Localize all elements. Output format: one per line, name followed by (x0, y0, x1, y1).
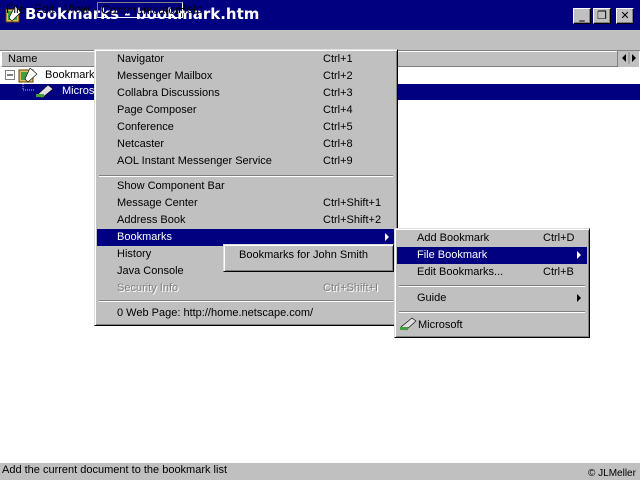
minimize-button[interactable]: _ (573, 8, 591, 24)
menu-item-label: AOL Instant Messenger Service (117, 155, 272, 167)
menu-edit[interactable]: Edit (31, 2, 58, 18)
menu-item-label: Add Bookmark (417, 232, 490, 244)
menu-item-label: Messenger Mailbox (117, 70, 213, 82)
menu-item-label: Bookmarks (117, 231, 173, 243)
submenu-arrow-icon (385, 233, 389, 241)
menu-item-navigator[interactable]: Navigator Ctrl+1 (97, 51, 395, 68)
menu-item-label: Address Book (117, 214, 186, 226)
maximize-button[interactable]: ❐ (593, 8, 611, 24)
menu-item-shortcut: Ctrl+8 (323, 138, 353, 150)
bookmark-folder-icon (18, 68, 38, 83)
menu-separator (399, 311, 585, 313)
submenu-arrow-icon (577, 251, 581, 259)
menu-item-label: Guide (417, 292, 447, 304)
menu-item-shortcut: Ctrl+Shift+I (323, 282, 379, 294)
menu-item-label: Navigator (117, 53, 165, 65)
scroll-arrows-icon (622, 52, 636, 64)
menu-item-aol-instant-messenger[interactable]: AOL Instant Messenger Service Ctrl+9 (97, 153, 395, 170)
menu-item-collabra-discussions[interactable]: Collabra Discussions Ctrl+3 (97, 85, 395, 102)
menu-item-label: Netcaster (117, 138, 165, 150)
menu-item-shortcut: Ctrl+5 (323, 121, 353, 133)
tree-child-label: Micros (62, 85, 95, 97)
menu-item-shortcut: Ctrl+3 (323, 87, 353, 99)
menu-item-label: Collabra Discussions (117, 87, 220, 99)
menu-item-label: Message Center (117, 197, 198, 209)
minimize-icon: _ (579, 9, 585, 22)
menu-item-label: Bookmarks for John Smith (239, 249, 368, 261)
menu-item-web-page[interactable]: 0 Web Page: http://home.netscape.com/ (97, 305, 395, 322)
bookmark-item-icon (36, 84, 54, 99)
menu-item-messenger-mailbox[interactable]: Messenger Mailbox Ctrl+2 (97, 68, 395, 85)
menu-item-conference[interactable]: Conference Ctrl+5 (97, 119, 395, 136)
submenu-arrow-icon (577, 294, 581, 302)
close-icon: ✕ (620, 9, 630, 22)
menu-communicator[interactable]: Communicator (97, 2, 184, 18)
status-text: Add the current document to the bookmark… (2, 464, 228, 476)
menu-item-shortcut: Ctrl+9 (323, 155, 353, 167)
menu-item-label: Security Info (117, 282, 179, 294)
collapse-toggle-icon[interactable] (5, 70, 15, 80)
menu-item-label: Edit Bookmarks... (417, 266, 504, 278)
column-scroll-buttons[interactable] (617, 51, 639, 67)
restore-icon: ❐ (597, 9, 607, 22)
menu-item-label: Conference (117, 121, 174, 133)
menu-item-address-book[interactable]: Address Book Ctrl+Shift+2 (97, 212, 395, 229)
menu-item-guide[interactable]: Guide (397, 290, 587, 307)
menu-item-shortcut: Ctrl+B (543, 266, 574, 278)
menu-item-message-center[interactable]: Message Center Ctrl+Shift+1 (97, 195, 395, 212)
menu-separator (99, 175, 393, 177)
tree-root-label: Bookmark (45, 69, 95, 81)
menu-view[interactable]: View (61, 2, 93, 18)
menu-item-edit-bookmarks[interactable]: Edit Bookmarks... Ctrl+B (397, 264, 587, 281)
menu-bar (0, 30, 640, 49)
menu-item-add-bookmark[interactable]: Add Bookmark Ctrl+D (397, 230, 587, 247)
menu-item-page-composer[interactable]: Page Composer Ctrl+4 (97, 102, 395, 119)
menu-item-label: Microsoft (418, 319, 463, 331)
menu-item-label: Page Composer (117, 104, 197, 116)
menu-item-microsoft[interactable]: Microsoft (397, 317, 587, 334)
menu-item-label: History (117, 248, 152, 260)
column-header-name: Name (8, 53, 38, 65)
menu-item-shortcut: Ctrl+1 (323, 53, 353, 65)
menu-item-security-info: Security Info Ctrl+Shift+I (97, 280, 395, 297)
menu-item-show-component-bar[interactable]: Show Component Bar (97, 178, 395, 195)
menu-item-shortcut: Ctrl+Shift+2 (323, 214, 382, 226)
menu-item-label: Show Component Bar (117, 180, 225, 192)
close-button[interactable]: ✕ (616, 8, 634, 24)
menu-item-netcaster[interactable]: Netcaster Ctrl+8 (97, 136, 395, 153)
menu-item-label: Java Console (117, 265, 184, 277)
menu-help[interactable]: Help (175, 2, 206, 18)
menu-item-shortcut: Ctrl+4 (323, 104, 353, 116)
menu-item-shortcut: Ctrl+2 (323, 70, 353, 82)
menu-item-file-bookmark[interactable]: File Bookmark (397, 247, 587, 264)
menu-separator (399, 285, 585, 287)
status-credit: © JLMeller (588, 468, 636, 479)
menu-file[interactable]: File (3, 2, 28, 18)
menu-separator (99, 300, 393, 302)
menu-item-label: File Bookmark (417, 249, 488, 261)
bookmark-item-icon (400, 317, 417, 331)
menu-item-shortcut: Ctrl+Shift+1 (323, 197, 382, 209)
menu-item-bookmarks-for-john-smith[interactable]: Bookmarks for John Smith (226, 248, 391, 265)
menu-item-shortcut: Ctrl+D (543, 232, 575, 244)
menu-item-label: 0 Web Page: http://home.netscape.com/ (117, 307, 314, 319)
